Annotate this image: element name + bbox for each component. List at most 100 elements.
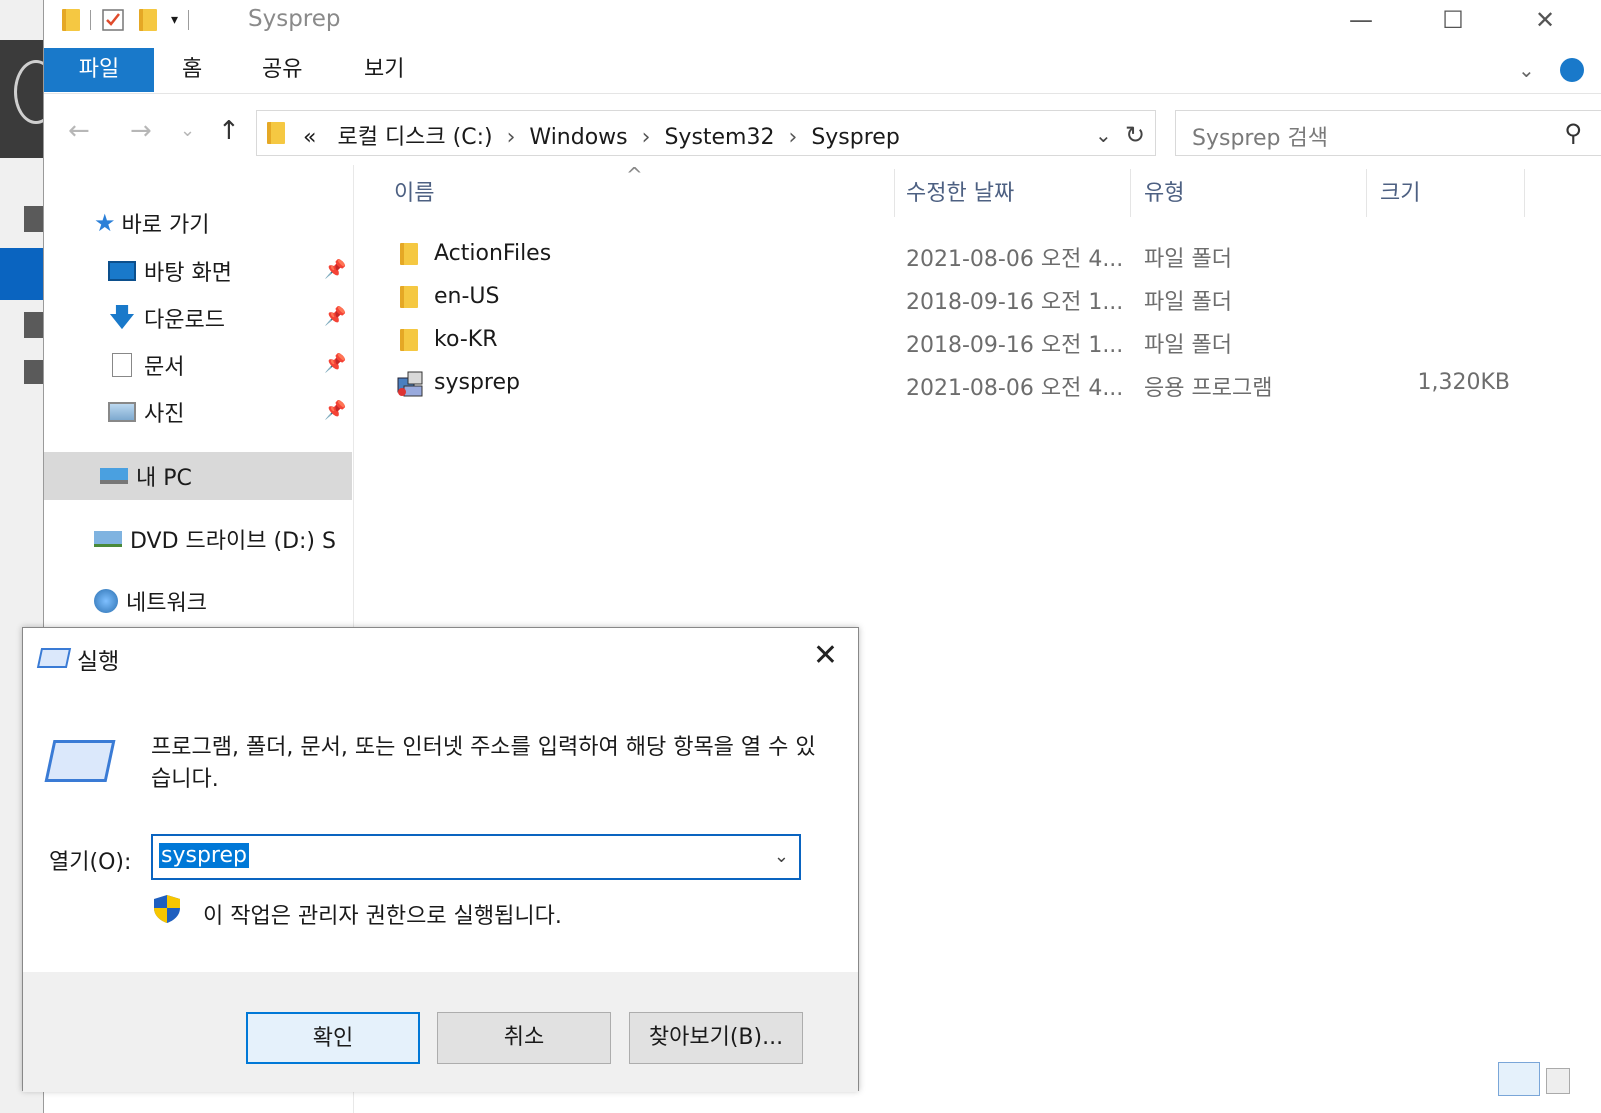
search-input[interactable]: Sysprep 검색 ⚲ <box>1175 110 1601 156</box>
document-icon <box>112 353 132 377</box>
nav-item-label: 다운로드 <box>144 308 225 333</box>
run-dialog: 실행 ✕ 프로그램, 폴더, 문서, 또는 인터넷 주소를 입력하여 해당 항목… <box>22 627 859 1092</box>
maximize-icon[interactable]: ☐ <box>1428 2 1478 38</box>
large-icons-view-icon[interactable] <box>1546 1068 1570 1094</box>
breadcrumb-item[interactable]: Sysprep <box>811 125 899 150</box>
new-folder-icon[interactable] <box>139 9 157 31</box>
nav-item-dvd-drive[interactable]: DVD 드라이브 (D:) S <box>94 517 336 561</box>
star-icon: ★ <box>94 209 116 237</box>
file-row[interactable]: ko-KR 2018-09-16 오전 1... 파일 폴더 <box>356 321 1556 361</box>
tab-share[interactable]: 공유 <box>262 48 302 92</box>
recent-locations-button[interactable]: ⌄ <box>180 120 195 141</box>
minimize-icon[interactable]: — <box>1336 2 1386 38</box>
open-combobox[interactable]: sysprep ⌄ <box>151 834 801 880</box>
search-icon[interactable]: ⚲ <box>1564 119 1582 147</box>
dialog-title-bar: 실행 ✕ <box>23 628 858 688</box>
column-divider[interactable] <box>1130 169 1131 217</box>
nav-item-downloads[interactable]: 🡇 다운로드 <box>108 296 225 340</box>
breadcrumb: « 로컬 디스크 (C:) › Windows › System32 › Sysprep <box>303 119 900 151</box>
tab-file[interactable]: 파일 <box>44 48 154 92</box>
breadcrumb-overflow[interactable]: « <box>303 125 316 150</box>
pictures-icon <box>108 402 136 422</box>
folder-icon <box>400 286 418 308</box>
nav-item-documents[interactable]: 문서 <box>108 343 184 387</box>
toolbar-separator <box>90 10 91 30</box>
breadcrumb-item[interactable]: System32 <box>664 125 774 150</box>
file-date: 2018-09-16 오전 1... <box>906 290 1124 315</box>
file-row[interactable]: sysprep 2021-08-06 오전 4... 응용 프로그램 1,320… <box>356 364 1556 404</box>
close-icon[interactable]: ✕ <box>1520 2 1570 38</box>
quick-access-item[interactable]: ★ 바로 가기 <box>94 201 209 245</box>
file-size: 1,320KB <box>1417 370 1510 395</box>
up-button[interactable]: ↑ <box>218 116 240 146</box>
pin-icon[interactable]: 📌 <box>324 400 346 421</box>
column-divider[interactable] <box>1524 169 1525 217</box>
help-icon[interactable] <box>1560 58 1584 82</box>
file-type: 파일 폴더 <box>1144 333 1232 358</box>
dialog-title: 실행 <box>77 649 120 675</box>
nav-item-label: 바탕 화면 <box>144 261 232 286</box>
background-icon <box>24 206 44 232</box>
refresh-icon[interactable]: ↻ <box>1125 121 1145 149</box>
run-icon <box>36 648 72 668</box>
column-header-size[interactable]: 크기 <box>1380 175 1420 207</box>
file-name: ko-KR <box>434 327 498 352</box>
column-divider[interactable] <box>894 169 895 217</box>
address-dropdown-icon[interactable]: ⌄ <box>1095 123 1112 147</box>
properties-check-icon[interactable] <box>101 8 125 32</box>
open-label: 열기(O): <box>49 850 132 875</box>
file-date: 2018-09-16 오전 1... <box>906 333 1124 358</box>
quick-access-label: 바로 가기 <box>121 213 210 238</box>
computer-icon <box>100 468 128 484</box>
tab-view[interactable]: 보기 <box>364 48 404 92</box>
ribbon-tabs: 파일 홈 공유 보기 ⌄ <box>44 48 1601 94</box>
column-header-type[interactable]: 유형 <box>1144 175 1184 207</box>
dvd-drive-icon <box>94 531 122 547</box>
nav-item-network[interactable]: 네트워크 <box>94 579 207 623</box>
back-button[interactable]: ← <box>68 116 90 146</box>
file-name: en-US <box>434 284 500 309</box>
background-icon <box>24 360 44 384</box>
chevron-right-icon[interactable]: › <box>642 125 651 150</box>
nav-item-desktop[interactable]: 바탕 화면 <box>108 249 232 293</box>
file-type: 응용 프로그램 <box>1144 376 1273 401</box>
background-icon <box>24 312 44 338</box>
pin-icon[interactable]: 📌 <box>324 259 346 280</box>
file-row[interactable]: en-US 2018-09-16 오전 1... 파일 폴더 <box>356 278 1556 318</box>
folder-icon <box>62 9 80 31</box>
close-icon[interactable]: ✕ <box>813 638 838 673</box>
download-arrow-icon: 🡇 <box>108 303 136 333</box>
ok-button[interactable]: 확인 <box>246 1012 420 1064</box>
desktop-icon <box>108 261 136 281</box>
cancel-button[interactable]: 취소 <box>437 1012 611 1064</box>
forward-button[interactable]: → <box>130 116 152 146</box>
column-divider[interactable] <box>1366 169 1367 217</box>
column-header-date[interactable]: 수정한 날짜 <box>906 175 1014 207</box>
address-bar[interactable]: « 로컬 디스크 (C:) › Windows › System32 › Sysprep ⌄… <box>256 110 1156 156</box>
file-row[interactable]: ActionFiles 2021-08-06 오전 4... 파일 폴더 <box>356 235 1556 275</box>
folder-icon <box>267 122 285 144</box>
open-input-value[interactable]: sysprep <box>159 843 249 868</box>
breadcrumb-item[interactable]: 로컬 디스크 (C:) <box>337 125 492 150</box>
nav-item-label: 문서 <box>144 355 185 380</box>
chevron-right-icon[interactable]: › <box>507 125 516 150</box>
sort-ascending-icon: ^ <box>626 163 643 187</box>
tab-home[interactable]: 홈 <box>182 48 202 92</box>
column-header-name[interactable]: 이름 <box>394 175 434 207</box>
browse-button[interactable]: 찾아보기(B)... <box>629 1012 803 1064</box>
uac-shield-icon <box>154 895 180 923</box>
chevron-down-icon[interactable]: ⌄ <box>774 846 789 867</box>
nav-item-pictures[interactable]: 사진 <box>108 390 184 434</box>
chevron-right-icon[interactable]: › <box>789 125 798 150</box>
dialog-footer: 확인 취소 찾아보기(B)... <box>23 972 858 1092</box>
nav-item-label: 네트워크 <box>126 591 207 616</box>
expand-ribbon-icon[interactable]: ⌄ <box>1518 48 1535 92</box>
breadcrumb-item[interactable]: Windows <box>529 125 627 150</box>
customize-toolbar-icon[interactable]: ▾ <box>171 12 178 28</box>
window-title: Sysprep <box>248 6 341 32</box>
pin-icon[interactable]: 📌 <box>324 306 346 327</box>
nav-item-label: 사진 <box>144 402 185 427</box>
details-view-icon[interactable] <box>1498 1062 1540 1096</box>
pin-icon[interactable]: 📌 <box>324 353 346 374</box>
nav-item-this-pc[interactable]: 내 PC <box>100 454 192 498</box>
